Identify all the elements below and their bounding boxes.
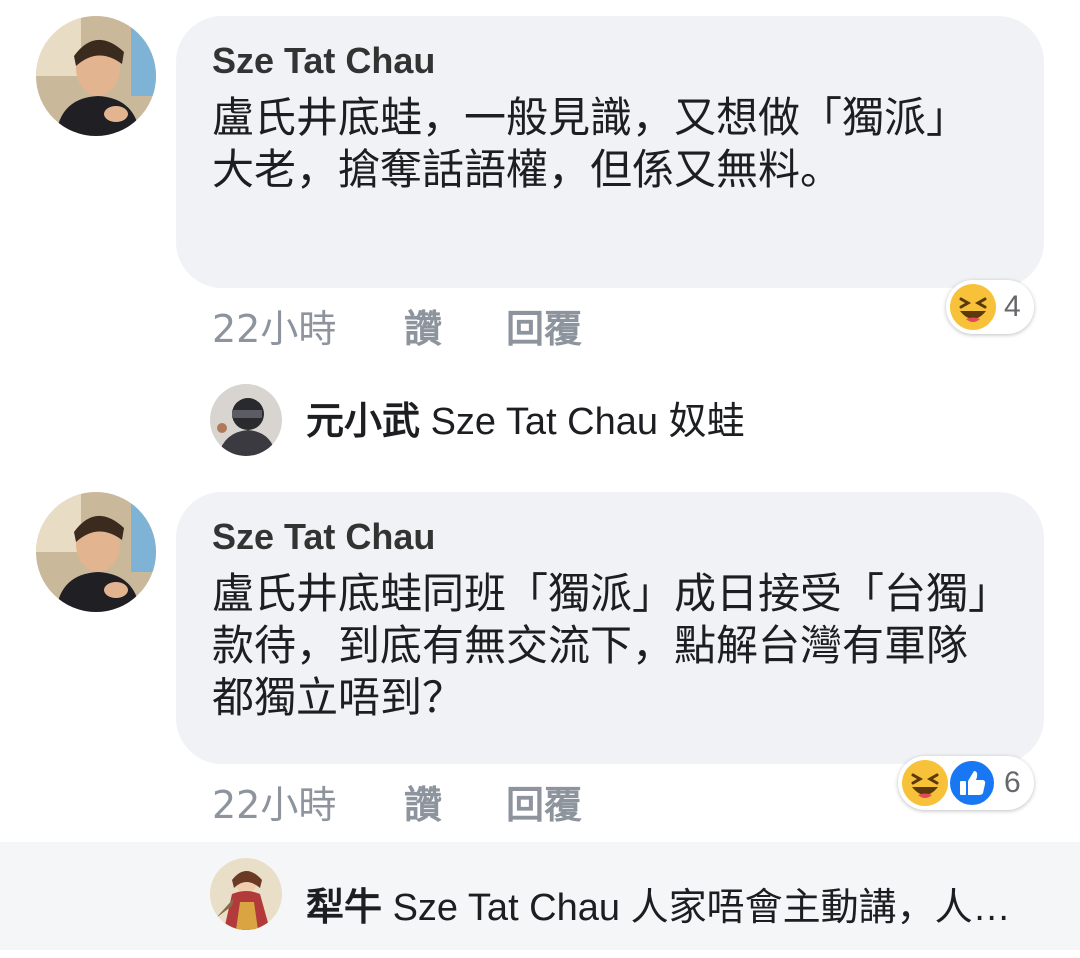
like-button[interactable]: 讚: [404, 774, 442, 829]
reaction-summary[interactable]: 6: [898, 756, 1034, 810]
reaction-count: 6: [1004, 766, 1021, 799]
haha-icon: [902, 760, 948, 806]
commenter-avatar[interactable]: [36, 16, 156, 136]
reply-text: Sze Tat Chau 奴蛙: [430, 401, 745, 443]
comments-thread: Sze Tat Chau 盧氏井底蛙，一般見識，又想做「獨派」大老，搶奪話語權，…: [0, 0, 1080, 958]
reaction-summary[interactable]: 4: [946, 280, 1034, 334]
comment-author[interactable]: Sze Tat Chau: [212, 516, 435, 558]
comment-actions: 22小時 讚 回覆: [212, 774, 632, 827]
comment-timestamp[interactable]: 22小時: [212, 298, 336, 353]
comment-text: 盧氏井底蛙，一般見識，又想做「獨派」大老，搶奪話語權，但係又無料。: [212, 93, 969, 194]
reply-author[interactable]: 元小武: [306, 401, 420, 443]
commenter-avatar[interactable]: [36, 492, 156, 612]
reply-button[interactable]: 回覆: [506, 774, 582, 829]
like-button[interactable]: 讚: [404, 298, 442, 353]
reply-author[interactable]: 犁牛: [306, 887, 382, 929]
like-icon: [948, 759, 996, 807]
reply-avatar[interactable]: [210, 858, 282, 930]
comment-timestamp[interactable]: 22小時: [212, 774, 336, 829]
haha-icon: [950, 284, 996, 330]
comment-author[interactable]: Sze Tat Chau: [212, 40, 435, 82]
avatar-photo: [36, 16, 156, 136]
avatar-photo: [36, 492, 156, 612]
reply-avatar[interactable]: [210, 384, 282, 456]
reply-text: Sze Tat Chau 人家唔會主動講，人…: [392, 887, 1011, 929]
reply-text-line: 犁牛 Sze Tat Chau 人家唔會主動講，人…: [306, 876, 1011, 931]
comment-bubble: Sze Tat Chau 盧氏井底蛙同班「獨派」成日接受「台獨」款待，到底有無交…: [176, 492, 1044, 764]
comment-bubble: Sze Tat Chau 盧氏井底蛙，一般見識，又想做「獨派」大老，搶奪話語權，…: [176, 16, 1044, 288]
avatar-photo: [210, 858, 282, 930]
comment-actions: 22小時 讚 回覆: [212, 298, 632, 351]
comment-text: 盧氏井底蛙同班「獨派」成日接受「台獨」款待，到底有無交流下，點解台灣有軍隊都獨立…: [212, 569, 990, 722]
reply-preview[interactable]: 犁牛 Sze Tat Chau 人家唔會主動講，人…: [0, 842, 1080, 950]
reply-button[interactable]: 回覆: [506, 298, 582, 353]
reply-text-line: 元小武 Sze Tat Chau 奴蛙: [306, 390, 745, 445]
avatar-photo: [210, 384, 282, 456]
reaction-count: 4: [1004, 290, 1021, 323]
reply-preview[interactable]: 元小武 Sze Tat Chau 奴蛙: [0, 374, 1080, 464]
